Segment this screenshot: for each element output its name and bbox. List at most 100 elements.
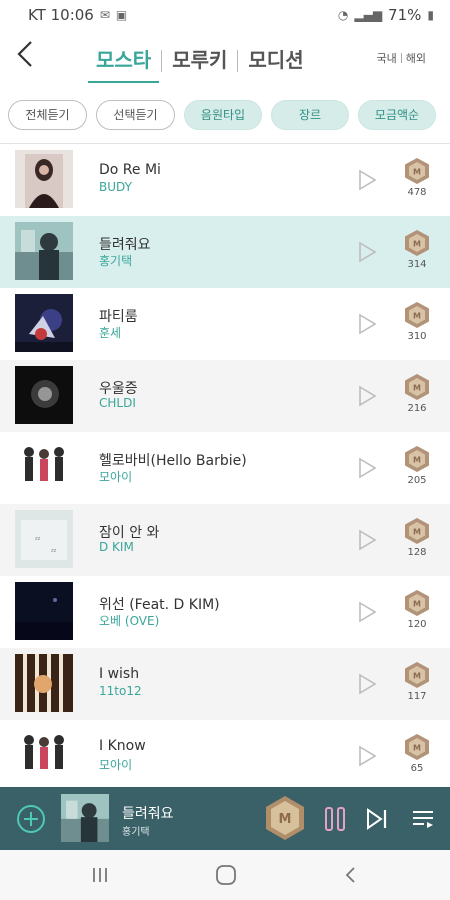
now-playing-title[interactable]: 들려줘요 bbox=[122, 803, 174, 823]
song-artist[interactable]: BUDY bbox=[99, 180, 132, 194]
svg-text:M: M bbox=[413, 600, 421, 609]
song-artist[interactable]: 11to12 bbox=[99, 684, 142, 698]
coin-badge-icon: M bbox=[405, 734, 429, 760]
song-row[interactable]: 헬로바비(Hello Barbie) 모아이 M 205 bbox=[0, 432, 450, 504]
coin-badge-icon: M bbox=[405, 590, 429, 616]
album-art bbox=[15, 150, 73, 208]
top-header: 모스타 모루키 모디션 국내 해외 bbox=[0, 30, 450, 86]
song-artist[interactable]: D KIM bbox=[99, 540, 134, 554]
svg-text:M: M bbox=[413, 240, 421, 249]
song-title: I wish bbox=[99, 666, 140, 682]
add-to-playlist-icon[interactable] bbox=[15, 803, 47, 835]
play-icon[interactable] bbox=[356, 528, 378, 552]
song-artist[interactable]: CHLDI bbox=[99, 396, 136, 410]
badge-letter: M bbox=[279, 812, 292, 827]
song-title: 우울증 bbox=[99, 381, 138, 397]
song-list: Do Re Mi BUDY M 478 들려줘요 홍기택 M 314 파티룸 훈… bbox=[0, 144, 450, 792]
song-row[interactable]: Do Re Mi BUDY M 478 bbox=[0, 144, 450, 216]
coin-badge-icon: M bbox=[405, 158, 429, 184]
region-toggle: 국내 해외 bbox=[377, 50, 427, 66]
song-title: 잠이 안 와 bbox=[99, 525, 160, 541]
album-art bbox=[15, 294, 73, 352]
svg-text:zz: zz bbox=[35, 536, 41, 542]
tab-morookie[interactable]: 모루키 bbox=[162, 38, 237, 83]
funding-count: 65 bbox=[410, 763, 424, 774]
song-title: 헬로바비(Hello Barbie) bbox=[99, 453, 247, 469]
region-overseas[interactable]: 해외 bbox=[406, 50, 426, 66]
coin-badge-icon: M bbox=[405, 302, 429, 328]
signal-icon: ▂▄▆ bbox=[354, 8, 383, 22]
skip-next-icon[interactable] bbox=[364, 806, 390, 832]
category-tabs: 모스타 모루키 모디션 bbox=[86, 38, 314, 86]
play-icon[interactable] bbox=[356, 600, 378, 624]
system-nav-bar bbox=[0, 850, 450, 900]
song-row[interactable]: 위선 (Feat. D KIM) 오베 (OVE) M 120 bbox=[0, 576, 450, 648]
now-playing-album-art[interactable] bbox=[61, 794, 109, 842]
album-art bbox=[15, 438, 73, 496]
region-divider bbox=[400, 53, 402, 63]
wifi-icon: ◔ bbox=[337, 8, 349, 22]
song-title: Do Re Mi bbox=[99, 162, 161, 178]
svg-text:M: M bbox=[413, 456, 421, 465]
play-icon[interactable] bbox=[356, 168, 378, 192]
play-icon[interactable] bbox=[356, 384, 378, 408]
tab-modition[interactable]: 모디션 bbox=[238, 38, 313, 83]
home-icon[interactable] bbox=[213, 862, 239, 888]
play-icon[interactable] bbox=[356, 240, 378, 264]
back-button[interactable] bbox=[12, 38, 42, 74]
play-selected-button[interactable]: 선택듣기 bbox=[96, 99, 175, 130]
coin-badge-icon: M bbox=[405, 518, 429, 544]
song-row[interactable]: zz zz 잠이 안 와 D KIM M 128 bbox=[0, 504, 450, 576]
coin-badge-icon: M bbox=[405, 446, 429, 472]
gallery-icon: ▣ bbox=[115, 8, 128, 22]
pause-icon[interactable] bbox=[322, 805, 348, 833]
play-icon[interactable] bbox=[356, 312, 378, 336]
svg-text:M: M bbox=[413, 312, 421, 321]
carrier-time: KT 10:06 bbox=[28, 6, 94, 24]
funding-count: 310 bbox=[407, 331, 427, 342]
sort-by-funding[interactable]: 모금액순 bbox=[358, 99, 436, 130]
coin-badge-icon[interactable]: M bbox=[265, 795, 305, 841]
song-title: 파티룸 bbox=[99, 309, 138, 325]
album-art: zz zz bbox=[15, 510, 73, 568]
coin-badge-icon: M bbox=[405, 374, 429, 400]
funding-count: 478 bbox=[407, 187, 427, 198]
song-row[interactable]: 들려줘요 홍기택 M 314 bbox=[0, 216, 450, 288]
funding-count: 205 bbox=[407, 475, 427, 486]
coin-badge-icon: M bbox=[405, 662, 429, 688]
song-artist[interactable]: 모아이 bbox=[99, 468, 132, 485]
system-back-icon[interactable] bbox=[340, 864, 362, 886]
recent-apps-icon[interactable] bbox=[86, 865, 114, 885]
song-artist[interactable]: 모아이 bbox=[99, 756, 132, 773]
genre-filter[interactable]: 장르 bbox=[271, 99, 349, 130]
region-domestic[interactable]: 국내 bbox=[377, 50, 397, 66]
funding-count: 120 bbox=[407, 619, 427, 630]
playlist-icon[interactable] bbox=[410, 806, 436, 832]
song-artist[interactable]: 홍기택 bbox=[99, 252, 132, 269]
now-playing-artist[interactable]: 홍기택 bbox=[122, 823, 150, 838]
coin-badge-icon: M bbox=[405, 230, 429, 256]
svg-text:zz: zz bbox=[51, 548, 57, 554]
battery-icon: ▮ bbox=[427, 8, 434, 22]
audio-type-filter[interactable]: 음원타입 bbox=[184, 99, 262, 130]
funding-count: 216 bbox=[407, 403, 427, 414]
play-icon[interactable] bbox=[356, 456, 378, 480]
status-bar: KT 10:06 ✉ ▣ ◔ ▂▄▆ 71% ▮ bbox=[0, 0, 450, 30]
song-row[interactable]: 파티룸 훈세 M 310 bbox=[0, 288, 450, 360]
play-icon[interactable] bbox=[356, 672, 378, 696]
song-artist[interactable]: 오베 (OVE) bbox=[99, 612, 159, 629]
tab-mostar[interactable]: 모스타 bbox=[86, 38, 161, 83]
back-arrow-icon bbox=[17, 41, 32, 67]
play-icon[interactable] bbox=[356, 744, 378, 768]
mini-player[interactable]: 들려줘요 홍기택 M bbox=[0, 787, 450, 850]
album-art bbox=[15, 366, 73, 424]
song-row[interactable]: I Know 모아이 M 65 bbox=[0, 720, 450, 792]
song-row[interactable]: 우울증 CHLDI M 216 bbox=[0, 360, 450, 432]
song-artist[interactable]: 훈세 bbox=[99, 324, 121, 341]
song-row[interactable]: I wish 11to12 M 117 bbox=[0, 648, 450, 720]
svg-text:M: M bbox=[413, 672, 421, 681]
svg-text:M: M bbox=[413, 384, 421, 393]
funding-count: 128 bbox=[407, 547, 427, 558]
song-title: 들려줘요 bbox=[99, 237, 151, 253]
play-all-button[interactable]: 전체듣기 bbox=[8, 99, 87, 130]
